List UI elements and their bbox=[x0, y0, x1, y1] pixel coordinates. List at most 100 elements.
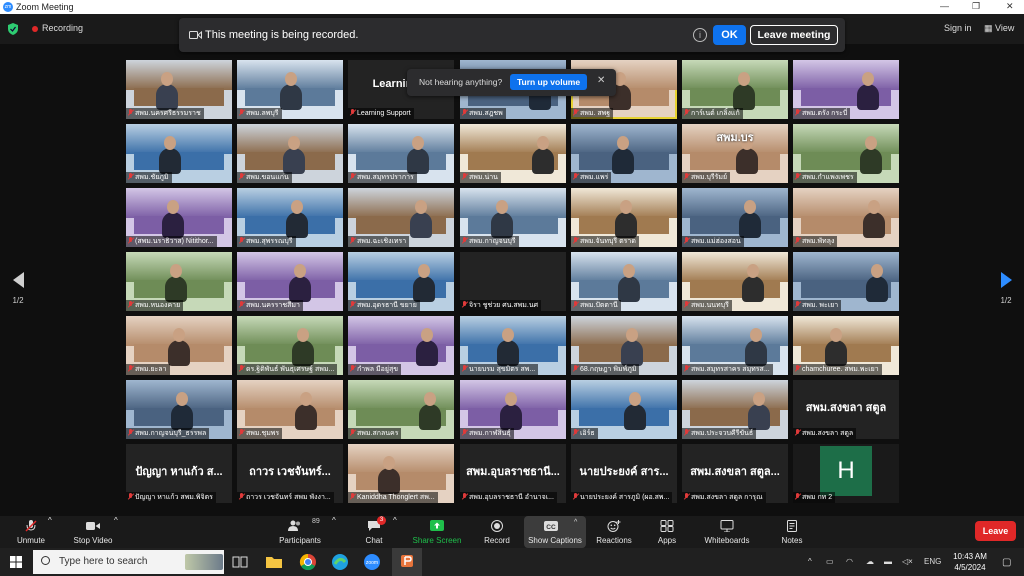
chat-caret-icon[interactable]: ^ bbox=[393, 516, 397, 548]
participant-tile[interactable]: นายบรม สุขมิตร สพ... bbox=[460, 316, 566, 375]
participant-tile[interactable]: 68.กฤษฎา พิมพ์ภูมิ bbox=[571, 316, 677, 375]
participant-tile[interactable]: สพม.ชัยภูมิ bbox=[126, 124, 232, 183]
participant-tile[interactable]: สพม.พัทลุง bbox=[793, 188, 899, 247]
tray-chevron-icon[interactable]: ^ bbox=[808, 557, 812, 566]
view-button[interactable]: ▦ View bbox=[984, 23, 1014, 34]
participant-tile[interactable]: สพม.สงขลา สตูล... สพม.สงขลา สตูล การุณ bbox=[682, 444, 788, 503]
toast-close-icon[interactable]: ✕ bbox=[597, 75, 605, 86]
participant-tile[interactable]: ถาวร เวชจันทร์... ถาวร เวชจันทร์ สพม พังง… bbox=[237, 444, 343, 503]
file-explorer-icon[interactable] bbox=[264, 552, 284, 572]
taskbar-clock[interactable]: 10:43 AM 4/5/2024 bbox=[950, 551, 990, 573]
participant-tile[interactable]: สพม.ปัตตานี bbox=[571, 252, 677, 311]
participant-tile[interactable]: สพม.นนทบุรี bbox=[682, 252, 788, 311]
participant-tile[interactable]: สพม.อุดรธานี ขยาย bbox=[348, 252, 454, 311]
participant-tile[interactable]: สพม.กาญจนบุรี bbox=[460, 188, 566, 247]
participant-tile[interactable]: สพม.กาญจนบุรี_ธรรพล bbox=[126, 380, 232, 439]
stop-video-button[interactable]: Stop Video bbox=[68, 516, 118, 548]
shield-icon[interactable] bbox=[8, 23, 18, 35]
muted-mic-icon bbox=[239, 109, 244, 116]
participant-tile[interactable]: สพม.ฉะเชิงเทรา bbox=[348, 188, 454, 247]
notifications-icon[interactable]: ▢ bbox=[1002, 557, 1011, 568]
participant-tile[interactable]: ปัญญา หาแก้ว ส... ปัญญา หาแก้ว สพม.พิจิตร bbox=[126, 444, 232, 503]
prev-page-button[interactable]: 1/2 bbox=[8, 272, 28, 305]
recording-label[interactable]: Recording bbox=[42, 23, 83, 33]
windows-start-icon[interactable] bbox=[10, 556, 22, 568]
language-indicator[interactable]: ENG bbox=[924, 557, 941, 566]
participant-name: Kaniddha Thonglert สพ... bbox=[357, 494, 435, 501]
task-view-icon[interactable] bbox=[230, 552, 250, 572]
show-captions-button[interactable]: CC ^ Show Captions bbox=[524, 516, 586, 548]
participant-tile[interactable]: สพม.กำแพงเพชร bbox=[793, 124, 899, 183]
participant-tile[interactable]: สพม.ชุมพร bbox=[237, 380, 343, 439]
participant-name: สพม.จันทบุรี ตราด bbox=[580, 238, 636, 245]
participant-tile[interactable]: สพม.สกลนคร bbox=[348, 380, 454, 439]
participant-tile[interactable]: สพม.ยะลา bbox=[126, 316, 232, 375]
leave-meeting-button[interactable]: Leave meeting bbox=[750, 25, 838, 45]
share-screen-button[interactable]: Share Screen bbox=[410, 516, 464, 548]
zoom-taskbar-icon[interactable]: zoom bbox=[362, 552, 382, 572]
volume-icon[interactable]: ◁× bbox=[902, 557, 913, 566]
participant-tile[interactable]: สพม.จันทบุรี ตราด bbox=[571, 188, 677, 247]
participant-tile[interactable]: สพม.นครศรีธรรมราช bbox=[126, 60, 232, 119]
info-icon[interactable]: i bbox=[693, 28, 707, 42]
participant-tile[interactable]: Kaniddha Thonglert สพ... bbox=[348, 444, 454, 503]
participant-tile[interactable]: สพม.ขอนแก่น bbox=[237, 124, 343, 183]
turn-up-volume-button[interactable]: Turn up volume bbox=[510, 74, 587, 90]
participant-tile[interactable]: การ์เนต์ เกลิ้งแก้ bbox=[682, 60, 788, 119]
participant-tile[interactable]: สพม.สมุทรปราการ bbox=[348, 124, 454, 183]
taskbar-search-box[interactable]: Type here to search bbox=[33, 550, 224, 574]
participant-tile[interactable]: สพม.สมุทรสาคร สมุทรส... bbox=[682, 316, 788, 375]
battery-icon[interactable]: ▬ bbox=[884, 557, 892, 566]
maximize-icon[interactable]: ❐ bbox=[972, 1, 980, 12]
muted-mic-icon bbox=[239, 301, 244, 308]
participant-tile[interactable]: สพม.บร สพม.บุรีรัมย์ bbox=[682, 124, 788, 183]
chat-button[interactable]: 3 Chat bbox=[356, 516, 392, 548]
notes-button[interactable]: Notes bbox=[776, 516, 808, 548]
participants-caret-icon[interactable]: ^ bbox=[332, 516, 336, 548]
participant-tile[interactable]: กำพล มีอยู่สุข bbox=[348, 316, 454, 375]
participant-tile[interactable]: ดร.ฐิติพันธ์ พันธุเศรษฐ์ สพม... bbox=[237, 316, 343, 375]
participant-name-label: นายประยงค์ สารภูมิ (ผอ.สพ... bbox=[571, 492, 673, 503]
participant-tile[interactable]: (สพม.นราธิวาส) Nitithor... bbox=[126, 188, 232, 247]
close-icon[interactable]: ✕ bbox=[1006, 1, 1014, 12]
sign-in-link[interactable]: Sign in bbox=[944, 23, 972, 33]
participant-tile[interactable]: เอิร์ธ bbox=[571, 380, 677, 439]
network-icon[interactable]: ▭ bbox=[826, 557, 834, 566]
cloud-icon[interactable]: ☁ bbox=[866, 557, 874, 566]
reactions-button[interactable]: Reactions bbox=[592, 516, 636, 548]
wifi-icon[interactable]: ◠ bbox=[846, 557, 853, 566]
participant-tile[interactable]: สพม.กาฬสินธุ์ bbox=[460, 380, 566, 439]
captions-caret-icon[interactable]: ^ bbox=[574, 519, 577, 551]
video-options-caret-icon[interactable]: ^ bbox=[114, 516, 118, 548]
record-button[interactable]: Record bbox=[478, 516, 516, 548]
participant-tile[interactable]: สพม.น่าน bbox=[460, 124, 566, 183]
participant-tile[interactable]: สพม.ลพบุรี bbox=[237, 60, 343, 119]
participant-tile[interactable]: สพม.สงขลา สตูล สพม.สงขลา สตูล bbox=[793, 380, 899, 439]
edge-icon[interactable] bbox=[330, 552, 350, 572]
participant-tile[interactable]: สพม.ประจวบคีรีขันธ์ bbox=[682, 380, 788, 439]
participants-button[interactable]: 89 Participants bbox=[274, 516, 326, 548]
next-page-button[interactable]: 1/2 bbox=[996, 272, 1016, 305]
participant-tile[interactable]: นายประยงค์ สาร... นายประยงค์ สารภูมิ (ผอ.… bbox=[571, 444, 677, 503]
participant-tile[interactable]: จิรา ชูช่วย ศน.สพม.นศ bbox=[460, 252, 566, 311]
participant-tile[interactable]: สพม.แพร่ bbox=[571, 124, 677, 183]
participant-tile[interactable]: chamchuree. สพม.พะเยา bbox=[793, 316, 899, 375]
participant-tile[interactable]: สพม.แม่ฮ่องสอน bbox=[682, 188, 788, 247]
audio-options-caret-icon[interactable]: ^ bbox=[48, 516, 52, 548]
participant-tile[interactable]: สพม.หนองคาย bbox=[126, 252, 232, 311]
participant-tile[interactable]: H สพม กท 2 bbox=[793, 444, 899, 503]
participant-name-label: สพม.นนทบุรี bbox=[682, 300, 732, 311]
minimize-icon[interactable]: — bbox=[940, 1, 949, 11]
active-app-tab[interactable] bbox=[392, 548, 422, 576]
participant-tile[interactable]: สพม.สุพรรณบุรี bbox=[237, 188, 343, 247]
whiteboards-button[interactable]: Whiteboards bbox=[700, 516, 754, 548]
participant-name: นายประยงค์ สารภูมิ (ผอ.สพ... bbox=[580, 494, 670, 501]
participant-tile[interactable]: สพม. พะเยา bbox=[793, 252, 899, 311]
participant-tile[interactable]: สพม.นครราชสีมา bbox=[237, 252, 343, 311]
participant-tile[interactable]: สพม.อุบลราชธานี... สพม.อุบลราชธานี อำนาจเ… bbox=[460, 444, 566, 503]
leave-button[interactable]: Leave bbox=[975, 521, 1016, 541]
participant-tile[interactable]: สพม.ตรัง กระบี่ bbox=[793, 60, 899, 119]
apps-button[interactable]: Apps bbox=[650, 516, 684, 548]
ok-button[interactable]: OK bbox=[713, 25, 746, 45]
chrome-icon[interactable] bbox=[298, 552, 318, 572]
